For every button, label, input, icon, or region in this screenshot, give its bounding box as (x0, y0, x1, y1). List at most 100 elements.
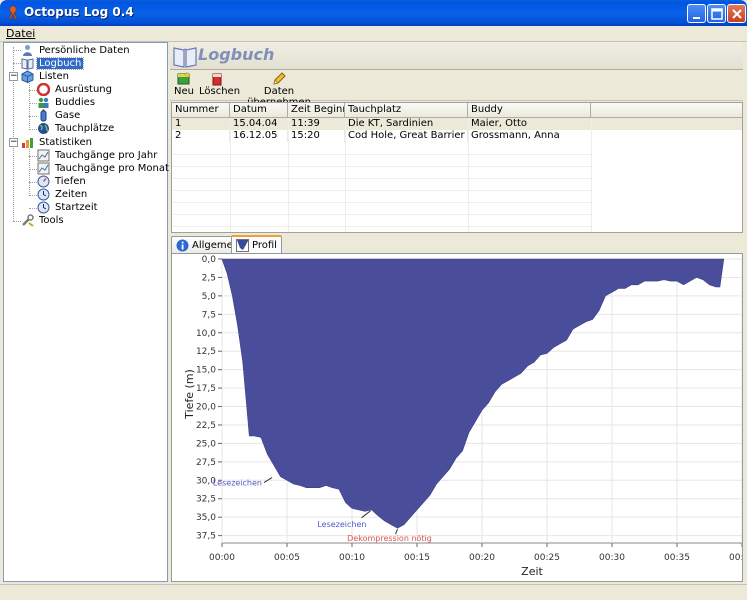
cell-number: 1 (172, 118, 230, 130)
x-axis-label: Zeit (521, 565, 543, 578)
tab-profile-label: Profil (252, 239, 277, 251)
y-tick-label: 5,0 (202, 292, 217, 302)
tree-item-start-time[interactable]: Startzeit (37, 201, 100, 214)
tree-item-label: Statistiken (39, 137, 92, 148)
y-axis-label: Tiefe (m) (183, 369, 196, 420)
tree-item-label: Persönliche Daten (39, 45, 130, 56)
tree-item-label: Zeiten (55, 189, 88, 200)
expand-statistics-toggle[interactable]: − (9, 138, 18, 147)
bar-chart-icon (21, 136, 34, 149)
table-header: Nummer Datum Zeit Beginn Tauchplatz Budd… (172, 103, 742, 118)
gas-tank-icon (37, 109, 50, 122)
cell-start-time: 11:39 (288, 118, 345, 130)
profile-chart-icon (236, 238, 249, 252)
x-tick-label: 00:40 (729, 553, 742, 563)
navigation-tree[interactable]: Persönliche Daten Logbuch − Listen Ausrü… (3, 42, 171, 582)
pencil-edit-icon (272, 71, 286, 86)
tree-item-times[interactable]: Zeiten (37, 188, 89, 201)
toolbar: Neu Löschen Daten übernehmen (170, 70, 743, 108)
title-bar[interactable]: Octopus Log 0.4 (0, 0, 747, 26)
tree-item-personal-data[interactable]: Persönliche Daten (21, 44, 132, 57)
y-tick-label: 20,0 (196, 403, 216, 413)
tree-item-buddies[interactable]: Buddies (37, 96, 97, 109)
globe-icon (37, 122, 50, 135)
new-entry-icon (177, 71, 191, 86)
x-tick-label: 00:20 (469, 553, 495, 563)
tree-item-depths[interactable]: Tiefen (37, 175, 88, 188)
tree-item-label: Tauchplätze (55, 123, 115, 134)
apply-data-button[interactable]: Daten übernehmen (240, 70, 318, 108)
new-button[interactable]: Neu (174, 70, 194, 100)
cell-number: 2 (172, 130, 230, 142)
y-tick-label: 37,5 (196, 532, 216, 542)
tab-profile[interactable]: Profil (231, 235, 282, 253)
expand-listen-toggle[interactable]: − (9, 72, 18, 81)
clock-icon (37, 201, 50, 214)
cell-start-time: 15:20 (288, 130, 345, 142)
y-tick-label: 32,5 (196, 495, 216, 505)
lists-cube-icon (21, 70, 34, 84)
table-row[interactable]: 2 16.12.05 15:20 Cod Hole, Great Barrier… (172, 130, 742, 142)
x-tick-label: 00:00 (209, 553, 235, 563)
tools-icon (21, 214, 34, 227)
x-tick-label: 00:35 (664, 553, 690, 563)
y-tick-label: 0,0 (202, 255, 217, 265)
tree-item-dives-per-month[interactable]: Tauchgänge pro Monat (37, 162, 171, 175)
octopus-app-icon (8, 5, 18, 20)
detail-tabs: Allgemein Profil (170, 235, 743, 253)
tree-item-label: Buddies (55, 97, 96, 108)
column-header-date[interactable]: Datum (230, 103, 288, 118)
tree-item-dives-per-year[interactable]: Tauchgänge pro Jahr (37, 149, 159, 162)
chart-document-icon (37, 149, 50, 162)
tree-item-label: Tauchgänge pro Jahr (55, 150, 158, 161)
tree-item-label: Ausrüstung (55, 84, 112, 95)
cell-date: 16.12.05 (230, 130, 288, 142)
tree-item-lists[interactable]: Listen (21, 70, 71, 84)
table-row[interactable]: 1 15.04.04 11:39 Die KT, Sardinien Maier… (172, 118, 742, 130)
tree-item-tools[interactable]: Tools (21, 214, 66, 227)
close-button[interactable] (727, 4, 746, 23)
cell-buddy: Maier, Otto (468, 118, 592, 130)
y-tick-label: 12,5 (196, 347, 216, 357)
x-tick-label: 00:30 (599, 553, 625, 563)
menu-file[interactable]: Datei (6, 27, 35, 40)
logbook-icon (173, 47, 197, 68)
tree-item-dive-sites[interactable]: Tauchplätze (37, 122, 116, 135)
window-title: Octopus Log 0.4 (24, 5, 134, 19)
delete-label: Löschen (199, 86, 241, 97)
column-header-start-time[interactable]: Zeit Beginn (288, 103, 345, 118)
section-header: Logbuch (170, 42, 743, 70)
menu-bar: Datei (0, 26, 747, 42)
tree-item-label: Tools (39, 215, 64, 226)
person-icon (21, 44, 34, 57)
column-header-dive-site[interactable]: Tauchplatz (345, 103, 468, 118)
tree-item-label: Logbuch (35, 57, 85, 70)
cell-buddy: Grossmann, Anna (468, 130, 592, 142)
tree-item-equipment[interactable]: Ausrüstung (36, 82, 114, 97)
info-icon (176, 239, 189, 252)
column-header-buddy[interactable]: Buddy (468, 103, 591, 118)
status-bar (0, 584, 747, 600)
tree-item-label: Startzeit (55, 202, 98, 213)
minimize-button[interactable] (687, 4, 706, 23)
y-tick-label: 22,5 (196, 421, 216, 431)
tree-item-label: Tiefen (55, 176, 86, 187)
x-tick-label: 00:25 (534, 553, 560, 563)
dive-table[interactable]: Nummer Datum Zeit Beginn Tauchplatz Budd… (171, 102, 743, 233)
dive-profile-panel: 0,0 2,5 5,0 7,5 10,0 12,5 15,0 17,5 20,0 22,5 25,0… (171, 253, 743, 582)
tree-item-gases[interactable]: Gase (37, 109, 82, 122)
cell-date: 15.04.04 (230, 118, 288, 130)
y-tick-label: 15,0 (196, 366, 216, 376)
tree-item-statistics[interactable]: Statistiken (21, 136, 94, 149)
y-tick-label: 7,5 (202, 310, 216, 320)
tree-item-label: Gase (55, 110, 81, 121)
column-header-number[interactable]: Nummer (172, 103, 230, 118)
tree-item-logbook[interactable]: Logbuch (21, 57, 85, 70)
delete-button[interactable]: Löschen (199, 70, 241, 100)
minimize-icon (693, 17, 700, 19)
maximize-button[interactable] (707, 4, 726, 23)
depth-gauge-icon (37, 175, 50, 188)
x-tick-label: 00:15 (404, 553, 430, 563)
bookmark-annotation: Lesezeichen (317, 520, 366, 529)
close-icon (732, 9, 742, 19)
